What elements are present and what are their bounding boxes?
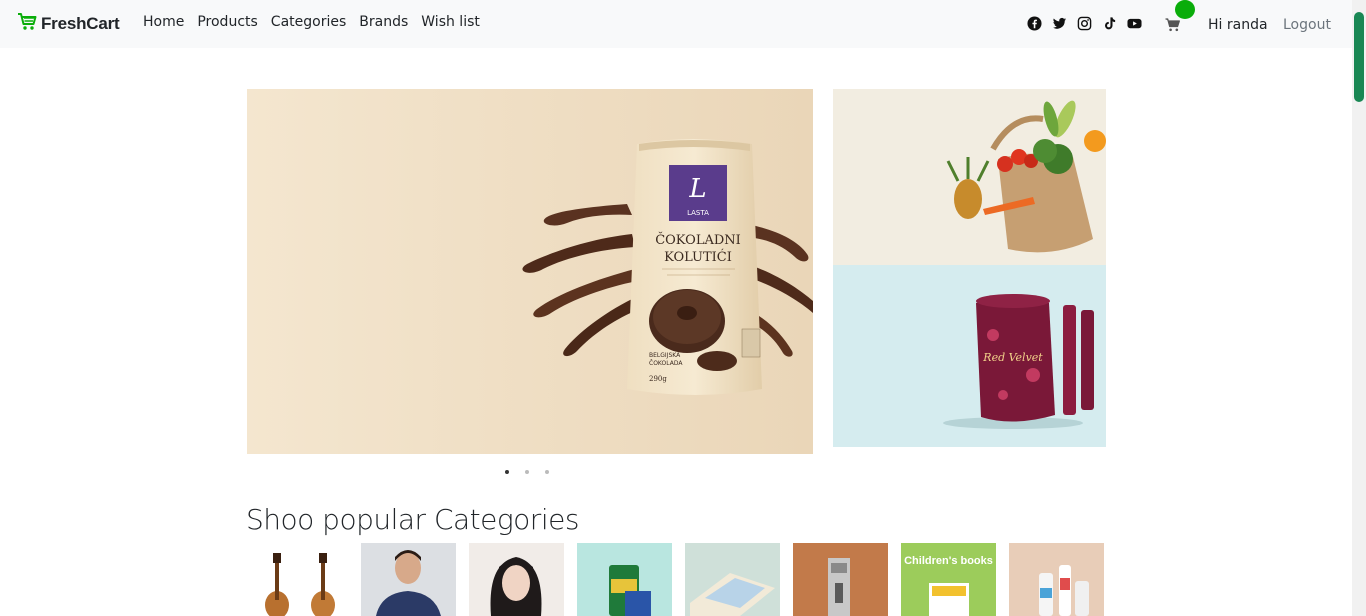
- scrollbar-thumb[interactable]: [1354, 12, 1364, 102]
- categories-title: Shoo popular Categories: [246, 503, 579, 536]
- svg-text:KOLUTIĆI: KOLUTIĆI: [664, 248, 732, 265]
- brand-name: FreshCart: [41, 14, 120, 33]
- svg-text:ČOKOLADA: ČOKOLADA: [649, 360, 683, 367]
- main-slider-image[interactable]: L LASTA ČOKOLADNI KOLUTIĆI BELGIJSKA ČOK…: [247, 89, 813, 454]
- svg-text:BELGIJSKA: BELGIJSKA: [649, 352, 681, 359]
- slider-product-brand: LASTA: [687, 209, 709, 217]
- category-card-women-fashion[interactable]: [469, 543, 564, 616]
- instagram-icon[interactable]: [1077, 16, 1092, 31]
- category-card-home[interactable]: [793, 543, 888, 616]
- tiktok-icon[interactable]: [1102, 16, 1117, 31]
- category-card-books[interactable]: Children's books: [901, 543, 996, 616]
- svg-text:290g: 290g: [649, 375, 667, 383]
- nav-link-wishlist[interactable]: Wish list: [421, 14, 480, 30]
- slider-dot-3[interactable]: [545, 470, 549, 474]
- nav-link-home[interactable]: Home: [143, 14, 184, 30]
- user-greeting: Hi randa: [1208, 17, 1268, 33]
- cart-brand-icon: [17, 13, 37, 35]
- side-banner-wafer[interactable]: Red Velvet: [833, 265, 1106, 447]
- logout-link[interactable]: Logout: [1283, 17, 1331, 33]
- brand-logo[interactable]: FreshCart: [17, 13, 120, 35]
- slider-dot-2[interactable]: [525, 470, 529, 474]
- svg-text:ČOKOLADNI: ČOKOLADNI: [655, 231, 741, 248]
- slider-dots: [505, 470, 549, 474]
- category-card-supermarket[interactable]: [577, 543, 672, 616]
- nav-link-brands[interactable]: Brands: [359, 14, 408, 30]
- nav-link-products[interactable]: Products: [197, 14, 257, 30]
- slider-dot-1[interactable]: [505, 470, 509, 474]
- category-card-men-fashion[interactable]: [361, 543, 456, 616]
- twitter-icon[interactable]: [1052, 16, 1067, 31]
- category-books-label: Children's books: [904, 555, 993, 567]
- nav-links: Home Products Categories Brands Wish lis…: [143, 14, 480, 30]
- social-links: [1027, 16, 1142, 31]
- youtube-icon[interactable]: [1127, 16, 1142, 31]
- category-card-baby-toys[interactable]: [685, 543, 780, 616]
- navbar: FreshCart Home Products Categories Brand…: [0, 0, 1352, 48]
- category-card-music[interactable]: [253, 543, 348, 616]
- cart-icon[interactable]: [1165, 17, 1181, 36]
- cart-count-badge: [1175, 0, 1195, 19]
- side-product-name: Red Velvet: [982, 351, 1043, 364]
- nav-link-categories[interactable]: Categories: [271, 14, 346, 30]
- category-card-beauty-health[interactable]: [1009, 543, 1104, 616]
- side-banner-groceries[interactable]: [833, 89, 1106, 265]
- svg-text:L: L: [688, 174, 706, 204]
- facebook-icon[interactable]: [1027, 16, 1042, 31]
